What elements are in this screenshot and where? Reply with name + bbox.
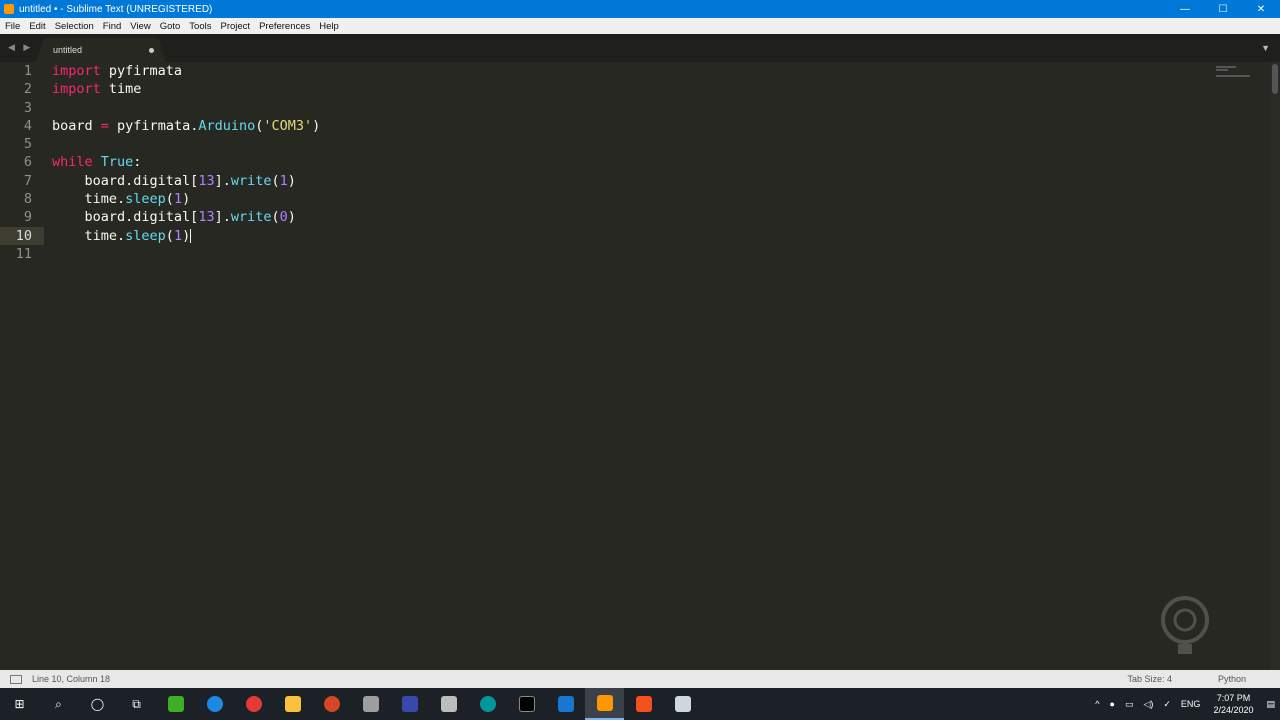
file-explorer-icon[interactable] bbox=[273, 688, 312, 720]
menu-find[interactable]: Find bbox=[99, 21, 125, 32]
window-title: untitled • - Sublime Text (UNREGISTERED) bbox=[19, 3, 213, 15]
code-line[interactable] bbox=[52, 99, 320, 117]
menu-help[interactable]: Help bbox=[315, 21, 343, 32]
code-line[interactable]: time.sleep(1) bbox=[52, 190, 320, 208]
tray-app-icon[interactable]: ● bbox=[1110, 699, 1115, 709]
tab-label: untitled bbox=[53, 45, 83, 55]
panel-toggle-icon[interactable] bbox=[10, 674, 22, 684]
code-line[interactable] bbox=[52, 245, 320, 263]
code-line[interactable] bbox=[52, 135, 320, 153]
cortana-icon[interactable]: ◯ bbox=[78, 688, 117, 720]
line-number-gutter: 1 2 3 4 5 6 7 8 9 10 11 bbox=[0, 62, 44, 263]
start-button-icon[interactable]: ⊞ bbox=[0, 688, 39, 720]
line-number: 9 bbox=[23, 209, 32, 226]
battery-icon[interactable]: ▭ bbox=[1125, 699, 1134, 710]
app-icon-3[interactable] bbox=[429, 688, 468, 720]
notifications-icon[interactable]: ▤ bbox=[1266, 699, 1275, 710]
code-editor[interactable]: 1 2 3 4 5 6 7 8 9 10 11 import pyfirmata import tim… bbox=[0, 62, 1270, 670]
syntax-selector[interactable]: Python bbox=[1218, 674, 1246, 684]
line-number: 2 bbox=[23, 81, 32, 98]
clock-time: 7:07 PM bbox=[1216, 693, 1251, 703]
powerpoint-icon[interactable] bbox=[312, 688, 351, 720]
code-line[interactable]: board.digital[13].write(0) bbox=[52, 208, 320, 226]
app-icon-4[interactable] bbox=[546, 688, 585, 720]
menu-preferences[interactable]: Preferences bbox=[255, 21, 314, 32]
watermark-logo-icon bbox=[1161, 596, 1209, 654]
app-icon-1[interactable] bbox=[351, 688, 390, 720]
minimize-button[interactable]: — bbox=[1166, 0, 1204, 18]
code-line[interactable]: import time bbox=[52, 80, 320, 98]
camtasia-icon[interactable] bbox=[156, 688, 195, 720]
text-cursor bbox=[190, 228, 192, 243]
cursor-position: Line 10, Column 18 bbox=[32, 674, 111, 684]
arduino-icon[interactable] bbox=[468, 688, 507, 720]
close-button[interactable]: ✕ bbox=[1242, 0, 1280, 18]
title-bar: untitled • - Sublime Text (UNREGISTERED)… bbox=[0, 0, 1280, 18]
code-line[interactable]: board.digital[13].write(1) bbox=[52, 172, 320, 190]
volume-icon[interactable]: ◁) bbox=[1143, 699, 1153, 710]
language-indicator[interactable]: ENG bbox=[1181, 699, 1201, 709]
code-line[interactable]: import pyfirmata bbox=[52, 62, 320, 80]
unsaved-dot-icon[interactable] bbox=[149, 48, 154, 53]
clock[interactable]: 7:07 PM 2/24/2020 bbox=[1213, 692, 1253, 716]
tray-chevron-icon[interactable]: ^ bbox=[1095, 699, 1099, 709]
clock-date: 2/24/2020 bbox=[1213, 705, 1254, 715]
menu-tools[interactable]: Tools bbox=[185, 21, 215, 32]
app-icon-6[interactable] bbox=[663, 688, 702, 720]
line-number: 1 bbox=[23, 63, 32, 79]
terminal-icon[interactable] bbox=[507, 688, 546, 720]
line-number: 6 bbox=[23, 154, 32, 171]
tab-nav-arrows-icon[interactable]: ◀ ▶ bbox=[8, 42, 33, 53]
sublime-icon bbox=[4, 4, 14, 14]
line-number: 10 bbox=[0, 226, 44, 245]
line-number: 4 bbox=[23, 117, 32, 134]
scrollbar-thumb[interactable] bbox=[1272, 64, 1278, 94]
menu-edit[interactable]: Edit bbox=[25, 21, 49, 32]
menu-bar: File Edit Selection Find View Goto Tools… bbox=[0, 18, 1280, 34]
task-view-icon[interactable]: ⧉ bbox=[117, 688, 156, 720]
app-icon-2[interactable] bbox=[390, 688, 429, 720]
minimap[interactable] bbox=[1216, 66, 1256, 86]
menu-view[interactable]: View bbox=[126, 21, 154, 32]
menu-selection[interactable]: Selection bbox=[51, 21, 98, 32]
line-number: 5 bbox=[23, 136, 32, 153]
code-line[interactable]: board = pyfirmata.Arduino('COM3') bbox=[52, 117, 320, 135]
edge-icon[interactable] bbox=[195, 688, 234, 720]
menu-file[interactable]: File bbox=[1, 21, 24, 32]
tab-size[interactable]: Tab Size: 4 bbox=[1127, 674, 1172, 684]
app-icon-5[interactable] bbox=[624, 688, 663, 720]
tab-untitled[interactable]: untitled bbox=[36, 38, 166, 62]
menu-goto[interactable]: Goto bbox=[156, 21, 185, 32]
line-number: 7 bbox=[23, 172, 32, 189]
maximize-button[interactable]: ☐ bbox=[1204, 0, 1242, 18]
line-number: 11 bbox=[15, 245, 32, 262]
code-area[interactable]: import pyfirmata import time board = pyfi… bbox=[52, 62, 320, 263]
line-number: 8 bbox=[23, 191, 32, 208]
tab-dropdown-icon[interactable]: ▼ bbox=[1261, 43, 1270, 53]
status-bar: Line 10, Column 18 Tab Size: 4 Python bbox=[0, 670, 1280, 688]
tab-bar: ◀ ▶ untitled ▼ bbox=[0, 34, 1280, 62]
windows-taskbar: ⊞ ⌕ ◯ ⧉ ^ ● ▭ ◁) ✓ ENG 7:07 PM 2/24/2020… bbox=[0, 688, 1280, 720]
vertical-scrollbar[interactable] bbox=[1270, 62, 1280, 670]
menu-project[interactable]: Project bbox=[216, 21, 254, 32]
network-icon[interactable]: ✓ bbox=[1163, 699, 1171, 710]
line-number: 3 bbox=[23, 99, 32, 116]
code-line[interactable]: time.sleep(1) bbox=[52, 227, 320, 245]
sublime-text-taskbar-icon[interactable] bbox=[585, 688, 624, 720]
code-line[interactable]: while True: bbox=[52, 153, 320, 171]
search-icon[interactable]: ⌕ bbox=[39, 688, 78, 720]
system-tray: ^ ● ▭ ◁) ✓ ENG 7:07 PM 2/24/2020 ▤ bbox=[1090, 688, 1280, 720]
chrome-icon[interactable] bbox=[234, 688, 273, 720]
